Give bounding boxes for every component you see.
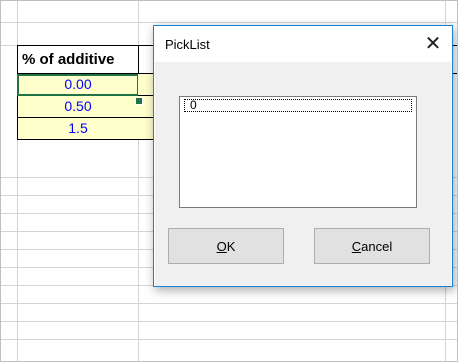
gridline [1,303,457,304]
fill-handle[interactable] [135,97,143,105]
dialog-titlebar[interactable]: PickList ✕ [154,26,452,62]
cell-additive-2[interactable]: 0.50 [17,96,139,118]
cell-additive-1[interactable]: 0.00 [17,74,139,96]
dialog-title: PickList [165,37,210,52]
ok-button[interactable]: OK [168,228,284,264]
ok-mnemonic: O [216,238,227,254]
close-icon[interactable]: ✕ [420,32,446,56]
ok-label: K [226,238,236,254]
cancel-button[interactable]: Cancel [314,228,430,264]
list-item[interactable]: 0 [184,99,412,112]
dialog-client-area: 0 OK Cancel [155,62,451,286]
picklist-listbox[interactable]: 0 [179,96,417,208]
gridline [1,321,457,322]
cancel-label: ancel [361,238,393,254]
excel-worksheet: % of additive 0.00 0.50 1.5 PickList ✕ 0… [0,0,458,362]
column-header-additive[interactable]: % of additive [17,45,139,74]
gridline [1,22,457,23]
picklist-dialog: PickList ✕ 0 OK Cancel [153,25,453,287]
gridline [1,339,457,340]
cancel-mnemonic: C [351,238,362,254]
cell-additive-3[interactable]: 1.5 [17,118,139,140]
